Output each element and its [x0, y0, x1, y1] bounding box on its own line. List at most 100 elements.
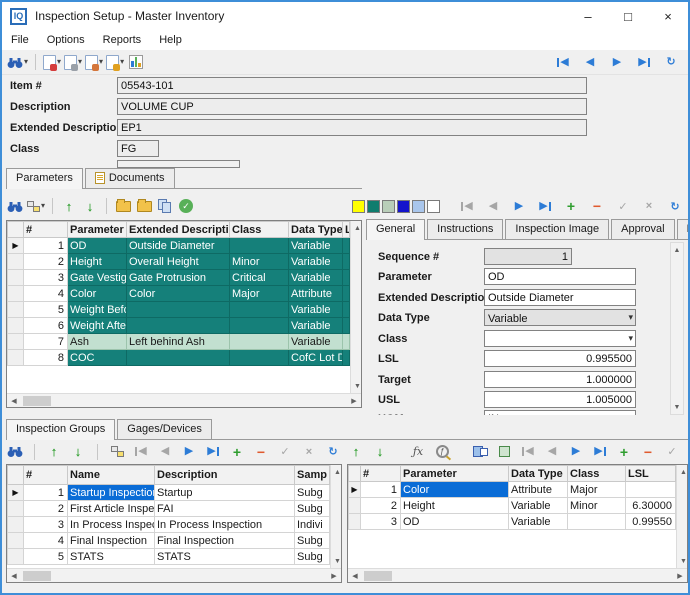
record-next-button[interactable]: ▶: [608, 53, 626, 71]
group-param-row[interactable]: ▶1ColorAttributeMajor: [349, 482, 676, 498]
data-type-select[interactable]: Variable▾: [484, 309, 636, 326]
scroll-down-icon[interactable]: ▼: [677, 554, 688, 568]
parameter-row[interactable]: 7AshLeft behind AshVariable: [8, 334, 350, 350]
description-field[interactable]: [117, 98, 587, 115]
tab-inspection-image[interactable]: Inspection Image: [505, 219, 609, 239]
groups-post-button[interactable]: ✓: [276, 443, 294, 461]
groups-prev-button[interactable]: ◀: [156, 443, 174, 461]
groups-next-button[interactable]: ▶: [180, 443, 198, 461]
parameter-row[interactable]: 4ColorColorMajorAttribute: [8, 286, 350, 302]
scroll-right-icon[interactable]: ▶: [327, 569, 341, 583]
gparam-move-down-button[interactable]: ↓: [371, 443, 389, 461]
groups-delete-button[interactable]: −: [252, 443, 270, 461]
scroll-left-icon[interactable]: ◀: [7, 394, 21, 408]
close-button[interactable]: ×: [648, 3, 688, 29]
tab-gages-devices[interactable]: Gages/Devices: [117, 419, 212, 439]
record-last-button[interactable]: ▶: [635, 53, 653, 71]
report-button-2[interactable]: ▾: [64, 53, 82, 71]
record-prev-button[interactable]: ◀: [581, 53, 599, 71]
parameter-row[interactable]: 8COCCofC Lot Do: [8, 350, 350, 366]
move-up-button[interactable]: ↑: [60, 197, 78, 215]
menu-reports[interactable]: Reports: [94, 32, 151, 48]
tab-parameters[interactable]: Parameters: [6, 168, 83, 189]
detail-last-button[interactable]: ▶: [536, 197, 554, 215]
scrollbar-thumb[interactable]: [23, 571, 51, 581]
scroll-right-icon[interactable]: ▶: [347, 394, 361, 408]
group-row[interactable]: 2First Article InspecFAISubg: [8, 501, 330, 517]
caret-icon[interactable]: ▾: [41, 202, 45, 210]
report-button-1[interactable]: ▾: [43, 53, 61, 71]
detail-first-button[interactable]: ◀: [458, 197, 476, 215]
usl-field[interactable]: [484, 391, 636, 408]
green-square-button[interactable]: [495, 443, 513, 461]
swatch-blue[interactable]: [397, 200, 410, 213]
groups-last-button[interactable]: ▶: [204, 443, 222, 461]
ext-desc-field[interactable]: [484, 289, 636, 306]
apply-button[interactable]: ✓: [177, 197, 195, 215]
detail-next-button[interactable]: ▶: [510, 197, 528, 215]
scroll-left-icon[interactable]: ◀: [7, 569, 21, 583]
detail-post-button[interactable]: ✓: [614, 197, 632, 215]
parameter-row[interactable]: ▶1ODOutside DiameterVariable: [8, 238, 350, 254]
tab-documents[interactable]: Documents: [85, 168, 175, 188]
maximize-button[interactable]: □: [608, 3, 648, 29]
scrollbar-thumb[interactable]: [23, 396, 51, 406]
group-param-row[interactable]: 2HeightVariableMinor6.30000: [349, 498, 676, 514]
sequence-field[interactable]: [484, 248, 572, 265]
scroll-up-icon[interactable]: ▲: [677, 465, 688, 479]
groups-layout-button[interactable]: [108, 443, 126, 461]
chart-button[interactable]: [127, 53, 145, 71]
minimize-button[interactable]: –: [568, 3, 608, 29]
find-button[interactable]: ▾: [7, 53, 28, 71]
scroll-down-icon[interactable]: ▼: [351, 379, 362, 393]
report-button-4[interactable]: ▾: [106, 53, 124, 71]
groups-hscrollbar[interactable]: ◀ ▶: [7, 568, 341, 582]
record-first-button[interactable]: ◀: [554, 53, 572, 71]
parameter-row[interactable]: 2HeightOverall HeightMinorVariable: [8, 254, 350, 270]
param-find-button[interactable]: [6, 197, 24, 215]
scroll-up-icon[interactable]: ▲: [331, 465, 342, 479]
extended-description-field[interactable]: [117, 119, 587, 136]
parameter-row[interactable]: 5Weight BefoVariable: [8, 302, 350, 318]
class-select[interactable]: ▾: [484, 330, 636, 347]
tab-inspection-groups[interactable]: Inspection Groups: [6, 419, 115, 440]
gparam-prev-button[interactable]: ◀: [543, 443, 561, 461]
swatch-teal[interactable]: [367, 200, 380, 213]
menu-options[interactable]: Options: [38, 32, 94, 48]
formula-button[interactable]: ƒx: [409, 443, 427, 461]
scroll-up-icon[interactable]: ▲: [351, 221, 362, 235]
copy-button[interactable]: [156, 197, 174, 215]
group-row[interactable]: ▶1Startup InspectionStartupSubg: [8, 485, 330, 501]
parameters-vscrollbar[interactable]: ▲ ▼: [350, 221, 361, 393]
group-param-row[interactable]: 3ODVariable0.99550: [349, 514, 676, 530]
group-params-vscrollbar[interactable]: ▲ ▼: [676, 465, 687, 568]
tab-general[interactable]: General: [366, 219, 425, 240]
gparam-post-button[interactable]: ✓: [663, 443, 681, 461]
swatch-yellow[interactable]: [352, 200, 365, 213]
groups-move-down-button[interactable]: ↓: [69, 443, 87, 461]
group-row[interactable]: 4Final InspectionFinal InspectionSubg: [8, 533, 330, 549]
group-params-hscrollbar[interactable]: ◀ ▶: [348, 568, 687, 582]
groups-move-up-button[interactable]: ↑: [45, 443, 63, 461]
parameter-row[interactable]: 3Gate VestigeGate ProtrusionCriticalVari…: [8, 270, 350, 286]
gparam-add-button[interactable]: +: [615, 443, 633, 461]
menu-help[interactable]: Help: [150, 32, 191, 48]
detail-cancel-button[interactable]: ×: [640, 197, 658, 215]
gparam-move-up-button[interactable]: ↑: [347, 443, 365, 461]
class-field[interactable]: [117, 140, 159, 157]
scroll-right-icon[interactable]: ▶: [673, 569, 687, 583]
tab-realtime[interactable]: RealTi: [677, 219, 690, 239]
scroll-up-icon[interactable]: ▲: [670, 243, 684, 257]
detail-add-button[interactable]: +: [562, 197, 580, 215]
swatch-green[interactable]: [382, 200, 395, 213]
detail-vscrollbar[interactable]: ▲ ▼: [670, 242, 684, 415]
caret-icon[interactable]: ▾: [57, 58, 61, 66]
groups-refresh-button[interactable]: ↻: [324, 443, 342, 461]
group-row[interactable]: 5STATSSTATSSubg: [8, 549, 330, 565]
move-down-button[interactable]: ↓: [81, 197, 99, 215]
scrollbar-thumb[interactable]: [364, 571, 392, 581]
lsl-field[interactable]: [484, 350, 636, 367]
detail-refresh-button[interactable]: ↻: [666, 197, 684, 215]
uom-field[interactable]: [484, 410, 636, 415]
scroll-down-icon[interactable]: ▼: [331, 554, 342, 568]
